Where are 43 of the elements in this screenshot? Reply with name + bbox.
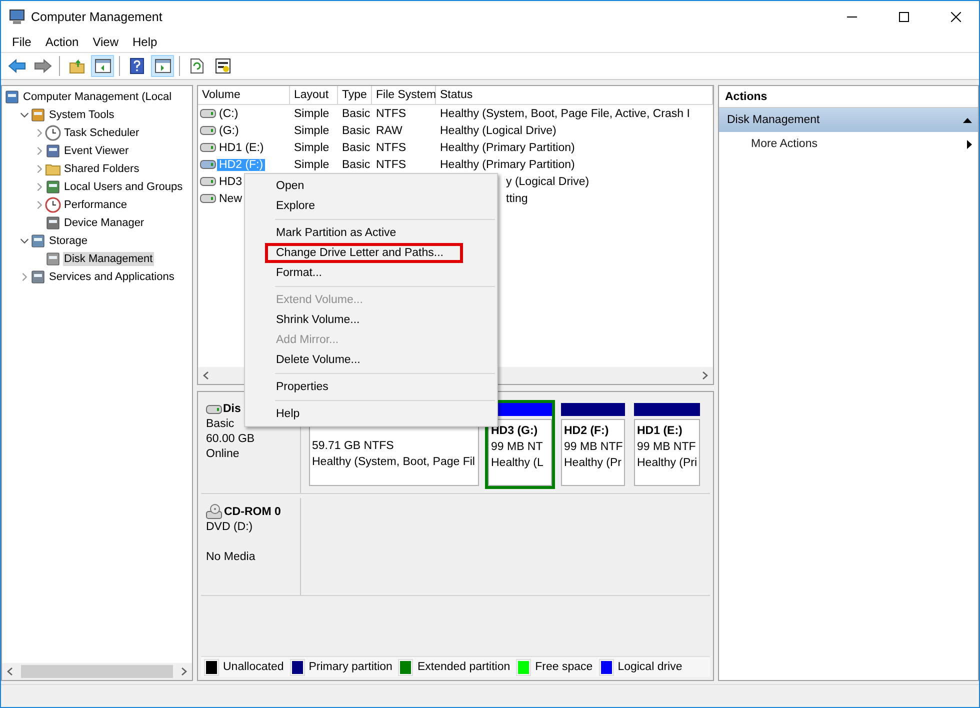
disk-status: Online — [206, 447, 240, 462]
table-cell-text: Healthy (System, Boot, Page File, Active, Crash I — [439, 108, 691, 120]
table-cell-text: Healthy (Logical Drive) — [439, 124, 558, 136]
partition-size: 99 MB NTF — [637, 440, 696, 455]
partition-name: HD3 (G:) — [491, 424, 538, 439]
table-cell-text: Basic — [341, 124, 372, 136]
table-cell-text: tting — [505, 192, 529, 204]
partition-name: HD1 (E:) — [637, 424, 682, 439]
partition-status: Healthy (Pri — [637, 456, 698, 471]
table-cell-text: NTFS — [375, 142, 408, 154]
partition-size: 99 MB NT — [491, 440, 543, 455]
disk-type: DVD (D:) — [206, 520, 253, 535]
legend-label: Unallocated — [223, 661, 284, 673]
table-cell-text: NTFS — [375, 108, 408, 120]
partition-status: Healthy (Pr — [564, 456, 622, 471]
disk-name: Dis — [223, 402, 241, 417]
partition-status: Healthy (System, Boot, Page Fil — [312, 455, 475, 470]
partition-size: 59.71 GB NTFS — [312, 439, 394, 454]
table-cell-text: Simple — [293, 124, 330, 136]
table-cell-text: Simple — [293, 108, 330, 120]
legend-label: Free space — [535, 661, 593, 673]
disk-name: CD-ROM 0 — [224, 504, 281, 520]
partition-size: 99 MB NTF — [564, 440, 623, 455]
table-cell-text: y (Logical Drive) — [505, 176, 590, 188]
table-cell-text: Healthy (Primary Partition) — [439, 142, 576, 154]
window-title: Computer Management — [31, 10, 164, 24]
table-cell-text: Basic — [341, 108, 372, 120]
actions-title: Actions — [725, 90, 768, 102]
legend-label: Primary partition — [308, 661, 392, 673]
disk-size: 60.00 GB — [206, 432, 255, 447]
table-cell-text: Basic — [341, 158, 372, 170]
table-cell-text: Simple — [293, 142, 330, 154]
legend-label: Extended partition — [417, 661, 510, 673]
table-cell-text: Simple — [293, 158, 330, 170]
table-cell-text: Healthy (Primary Partition) — [439, 158, 576, 170]
table-cell-text: Basic — [341, 142, 372, 154]
partition-status: Healthy (L — [491, 456, 544, 471]
disk-type: Basic — [206, 417, 234, 432]
disk-status: No Media — [206, 550, 256, 565]
partition-name: HD2 (F:) — [564, 424, 609, 439]
legend-label: Logical drive — [618, 661, 682, 673]
table-cell-text: NTFS — [375, 158, 408, 170]
table-cell-text: RAW — [375, 124, 404, 136]
